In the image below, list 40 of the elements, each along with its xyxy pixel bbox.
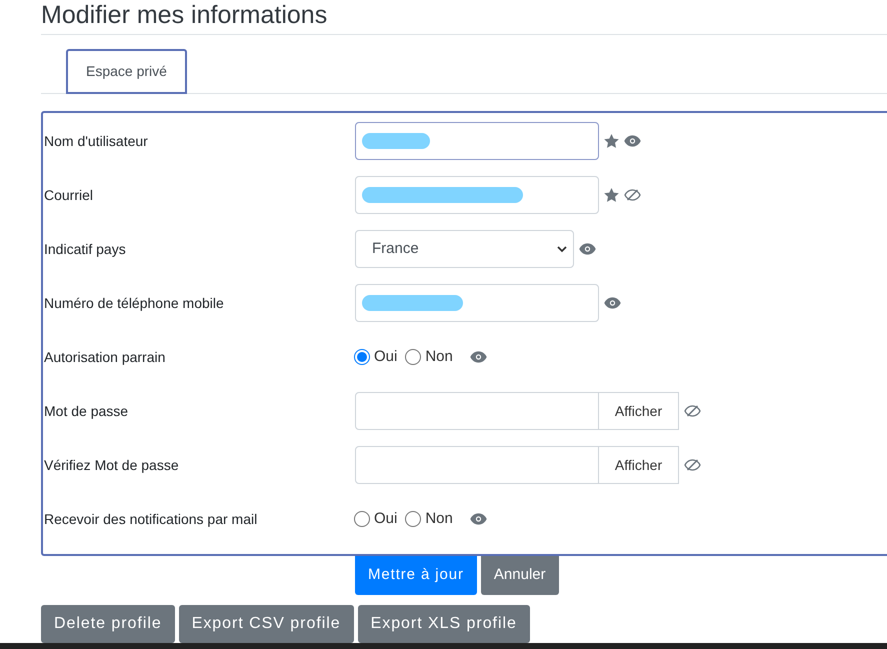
country-select[interactable]: France <box>355 230 574 268</box>
field-label: Nom d'utilisateur <box>43 132 149 150</box>
input-field[interactable] <box>355 176 599 214</box>
password-field[interactable] <box>355 392 599 430</box>
field-label: Recevoir des notifications par mail <box>43 510 258 529</box>
radio-button[interactable] <box>354 349 370 365</box>
password-field[interactable] <box>355 446 599 484</box>
profile-button[interactable]: Delete profile <box>41 605 175 643</box>
field-label: Vérifiez Mot de passe <box>43 456 180 475</box>
eye-slash-icon[interactable] <box>624 189 641 201</box>
page-title: Modifier mes informations <box>41 0 328 30</box>
update-button[interactable]: Mettre à jour <box>355 556 477 595</box>
eye-icon[interactable] <box>579 243 596 255</box>
radio-label: Oui <box>374 508 398 529</box>
radio-button[interactable] <box>405 511 422 527</box>
profile-button[interactable]: Export CSV profile <box>178 605 354 643</box>
field-label: Autorisation parrain <box>43 348 166 367</box>
radio-button[interactable] <box>354 511 370 527</box>
show-password-button[interactable]: Afficher <box>599 446 679 484</box>
profile-button[interactable]: Export XLS profile <box>358 605 530 643</box>
tab[interactable]: Espace privé <box>66 49 187 94</box>
field-label: Numéro de téléphone mobile <box>43 294 225 313</box>
field-label: Mot de passe <box>43 402 130 421</box>
input-field[interactable] <box>355 284 599 322</box>
show-password-button[interactable]: Afficher <box>599 392 679 430</box>
eye-icon[interactable] <box>624 135 641 147</box>
eye-icon[interactable] <box>470 351 487 363</box>
eye-icon[interactable] <box>604 297 621 309</box>
radio-label: Non <box>425 508 453 529</box>
eye-slash-icon[interactable] <box>684 459 701 471</box>
field-label: Indicatif pays <box>43 240 127 259</box>
eye-slash-icon[interactable] <box>684 405 701 417</box>
cancel-button[interactable]: Annuler <box>480 556 559 595</box>
radio-button[interactable] <box>405 349 422 365</box>
field-label: Courriel <box>43 186 94 204</box>
input-field[interactable] <box>355 122 599 160</box>
eye-icon[interactable] <box>470 513 487 525</box>
radio-label: Oui <box>374 346 398 367</box>
chevron-down-icon <box>557 246 567 252</box>
radio-label: Non <box>425 346 453 367</box>
